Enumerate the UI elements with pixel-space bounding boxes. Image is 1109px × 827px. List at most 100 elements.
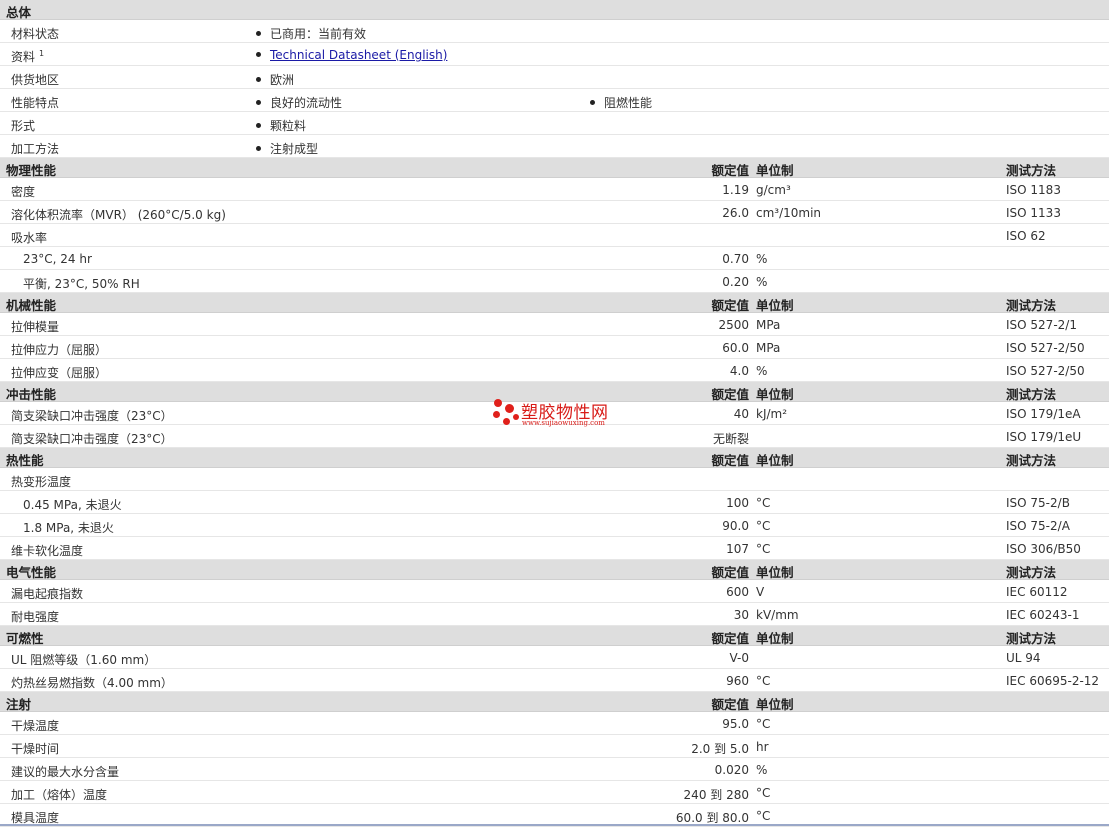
property-unit: °C bbox=[756, 786, 771, 800]
property-row: 密度 1.19 g/cm³ ISO 1183 bbox=[0, 178, 1109, 201]
property-label: 23°C, 24 hr bbox=[23, 252, 92, 266]
property-label: 密度 bbox=[11, 185, 36, 199]
test-method: ISO 527-2/50 bbox=[1006, 341, 1085, 355]
general-value-text: 欧洲 bbox=[270, 73, 295, 87]
general-label-text: 材料状态 bbox=[11, 27, 60, 41]
general-label: 形式 bbox=[11, 117, 35, 134]
general-value-item[interactable]: Technical Datasheet (English) bbox=[256, 48, 447, 62]
property-value: 600 bbox=[726, 585, 749, 599]
bullet-icon bbox=[256, 100, 261, 105]
section-header: 热性能 额定值 单位制 测试方法 bbox=[0, 448, 1109, 468]
column-header-value: 额定值 bbox=[711, 565, 749, 580]
property-value: 2500 bbox=[718, 318, 749, 332]
property-unit: °C bbox=[756, 674, 771, 688]
general-value-text: 已商用：当前有效 bbox=[270, 27, 367, 41]
section-title: 物理性能 bbox=[6, 163, 57, 178]
property-unit: g/cm³ bbox=[756, 183, 791, 197]
column-header-unit: 单位制 bbox=[756, 697, 794, 712]
section-header: 注射 额定值 单位制 bbox=[0, 692, 1109, 712]
property-unit: % bbox=[756, 275, 768, 289]
general-value-item: 良好的流动性 bbox=[256, 94, 342, 111]
property-value: 107 bbox=[726, 542, 749, 556]
general-row: 资料 1 Technical Datasheet (English) bbox=[0, 43, 1109, 66]
property-value: 2.0 到 5.0 bbox=[691, 742, 749, 756]
property-row: 1.8 MPa, 未退火 90.0 °C ISO 75-2/A bbox=[0, 514, 1109, 537]
footnote-marker: 1 bbox=[39, 49, 45, 58]
test-method: ISO 75-2/A bbox=[1006, 519, 1070, 533]
property-label: 维卡软化温度 bbox=[11, 544, 84, 558]
property-row: 吸水率 ISO 62 bbox=[0, 224, 1109, 247]
property-row: UL 阻燃等级（1.60 mm） V-0 UL 94 bbox=[0, 646, 1109, 669]
property-value: V-0 bbox=[729, 651, 749, 665]
column-header-test: 测试方法 bbox=[1006, 298, 1057, 313]
column-header-unit: 单位制 bbox=[756, 163, 794, 178]
section-title: 总体 bbox=[6, 5, 32, 20]
property-label: 溶化体积流率（MVR） (260°C/5.0 kg) bbox=[11, 208, 226, 222]
property-label: 平衡, 23°C, 50% RH bbox=[23, 277, 140, 291]
test-method: ISO 527-2/50 bbox=[1006, 364, 1085, 378]
general-value-text: 阻燃性能 bbox=[604, 96, 653, 110]
general-label: 性能特点 bbox=[11, 94, 59, 111]
general-label-text: 加工方法 bbox=[11, 142, 60, 156]
column-header-test: 测试方法 bbox=[1006, 631, 1057, 646]
property-row: 干燥温度 95.0 °C bbox=[0, 712, 1109, 735]
property-value: 960 bbox=[726, 674, 749, 688]
property-value: 90.0 bbox=[722, 519, 749, 533]
test-method: ISO 179/1eU bbox=[1006, 430, 1082, 444]
test-method: UL 94 bbox=[1006, 651, 1041, 665]
general-value-item: 颗粒料 bbox=[256, 117, 306, 134]
test-method: ISO 527-2/1 bbox=[1006, 318, 1077, 332]
property-value: 1.19 bbox=[722, 183, 749, 197]
property-value: 26.0 bbox=[722, 206, 749, 220]
property-value: 95.0 bbox=[722, 717, 749, 731]
column-header-test: 测试方法 bbox=[1006, 565, 1057, 580]
section-title: 电气性能 bbox=[6, 565, 57, 580]
property-value: 100 bbox=[726, 496, 749, 510]
property-label: 干燥时间 bbox=[11, 742, 60, 756]
bullet-icon bbox=[256, 52, 261, 57]
column-header-value: 额定值 bbox=[711, 387, 749, 402]
property-unit: °C bbox=[756, 809, 771, 823]
property-row: 0.45 MPa, 未退火 100 °C ISO 75-2/B bbox=[0, 491, 1109, 514]
general-label: 资料 1 bbox=[11, 48, 44, 65]
property-value: 4.0 bbox=[729, 364, 749, 378]
property-value: 30 bbox=[733, 608, 749, 622]
test-method: IEC 60695-2-12 bbox=[1006, 674, 1100, 688]
section-header: 可燃性 额定值 单位制 测试方法 bbox=[0, 626, 1109, 646]
property-row: 拉伸应力（屈服） 60.0 MPa ISO 527-2/50 bbox=[0, 336, 1109, 359]
property-label: 0.45 MPa, 未退火 bbox=[23, 498, 122, 512]
property-label: 灼热丝易燃指数（4.00 mm） bbox=[11, 676, 173, 690]
section-header: 物理性能 额定值 单位制 测试方法 bbox=[0, 158, 1109, 178]
column-header-unit: 单位制 bbox=[756, 298, 794, 313]
property-row: 维卡软化温度 107 °C ISO 306/B50 bbox=[0, 537, 1109, 560]
datasheet: 总体材料状态 已商用：当前有效资料 1 Technical Datasheet (En… bbox=[0, 0, 1109, 827]
property-unit: °C bbox=[756, 496, 771, 510]
property-value: 无断裂 bbox=[712, 432, 749, 446]
property-unit: °C bbox=[756, 542, 771, 556]
column-header-value: 额定值 bbox=[711, 631, 749, 646]
property-row: 23°C, 24 hr 0.70% bbox=[0, 247, 1109, 270]
property-value: 0.70 bbox=[722, 252, 749, 266]
general-row: 加工方法 注射成型 bbox=[0, 135, 1109, 158]
general-label: 加工方法 bbox=[11, 140, 59, 157]
general-label: 供货地区 bbox=[11, 71, 59, 88]
property-label: 拉伸模量 bbox=[11, 320, 60, 334]
section-title: 冲击性能 bbox=[6, 387, 57, 402]
property-row: 拉伸模量 2500 MPa ISO 527-2/1 bbox=[0, 313, 1109, 336]
property-unit: kV/mm bbox=[756, 608, 799, 622]
property-unit: hr bbox=[756, 740, 769, 754]
column-header-unit: 单位制 bbox=[756, 387, 794, 402]
property-label: 拉伸应变（屈服） bbox=[11, 366, 108, 380]
column-header-value: 额定值 bbox=[711, 163, 749, 178]
property-row: 建议的最大水分含量 0.020% bbox=[0, 758, 1109, 781]
property-label: 加工（熔体）温度 bbox=[11, 788, 108, 802]
property-row: 加工（熔体）温度 240 到 280 °C bbox=[0, 781, 1109, 804]
section-title: 注射 bbox=[6, 697, 32, 712]
property-value: 60.0 bbox=[722, 341, 749, 355]
bullet-icon bbox=[256, 77, 261, 82]
property-label: UL 阻燃等级（1.60 mm） bbox=[11, 653, 157, 667]
property-row: 灼热丝易燃指数（4.00 mm） 960 °C IEC 60695-2-12 bbox=[0, 669, 1109, 692]
test-method: ISO 179/1eA bbox=[1006, 407, 1081, 421]
datasheet-link[interactable]: Technical Datasheet (English) bbox=[270, 48, 447, 62]
column-header-unit: 单位制 bbox=[756, 565, 794, 580]
